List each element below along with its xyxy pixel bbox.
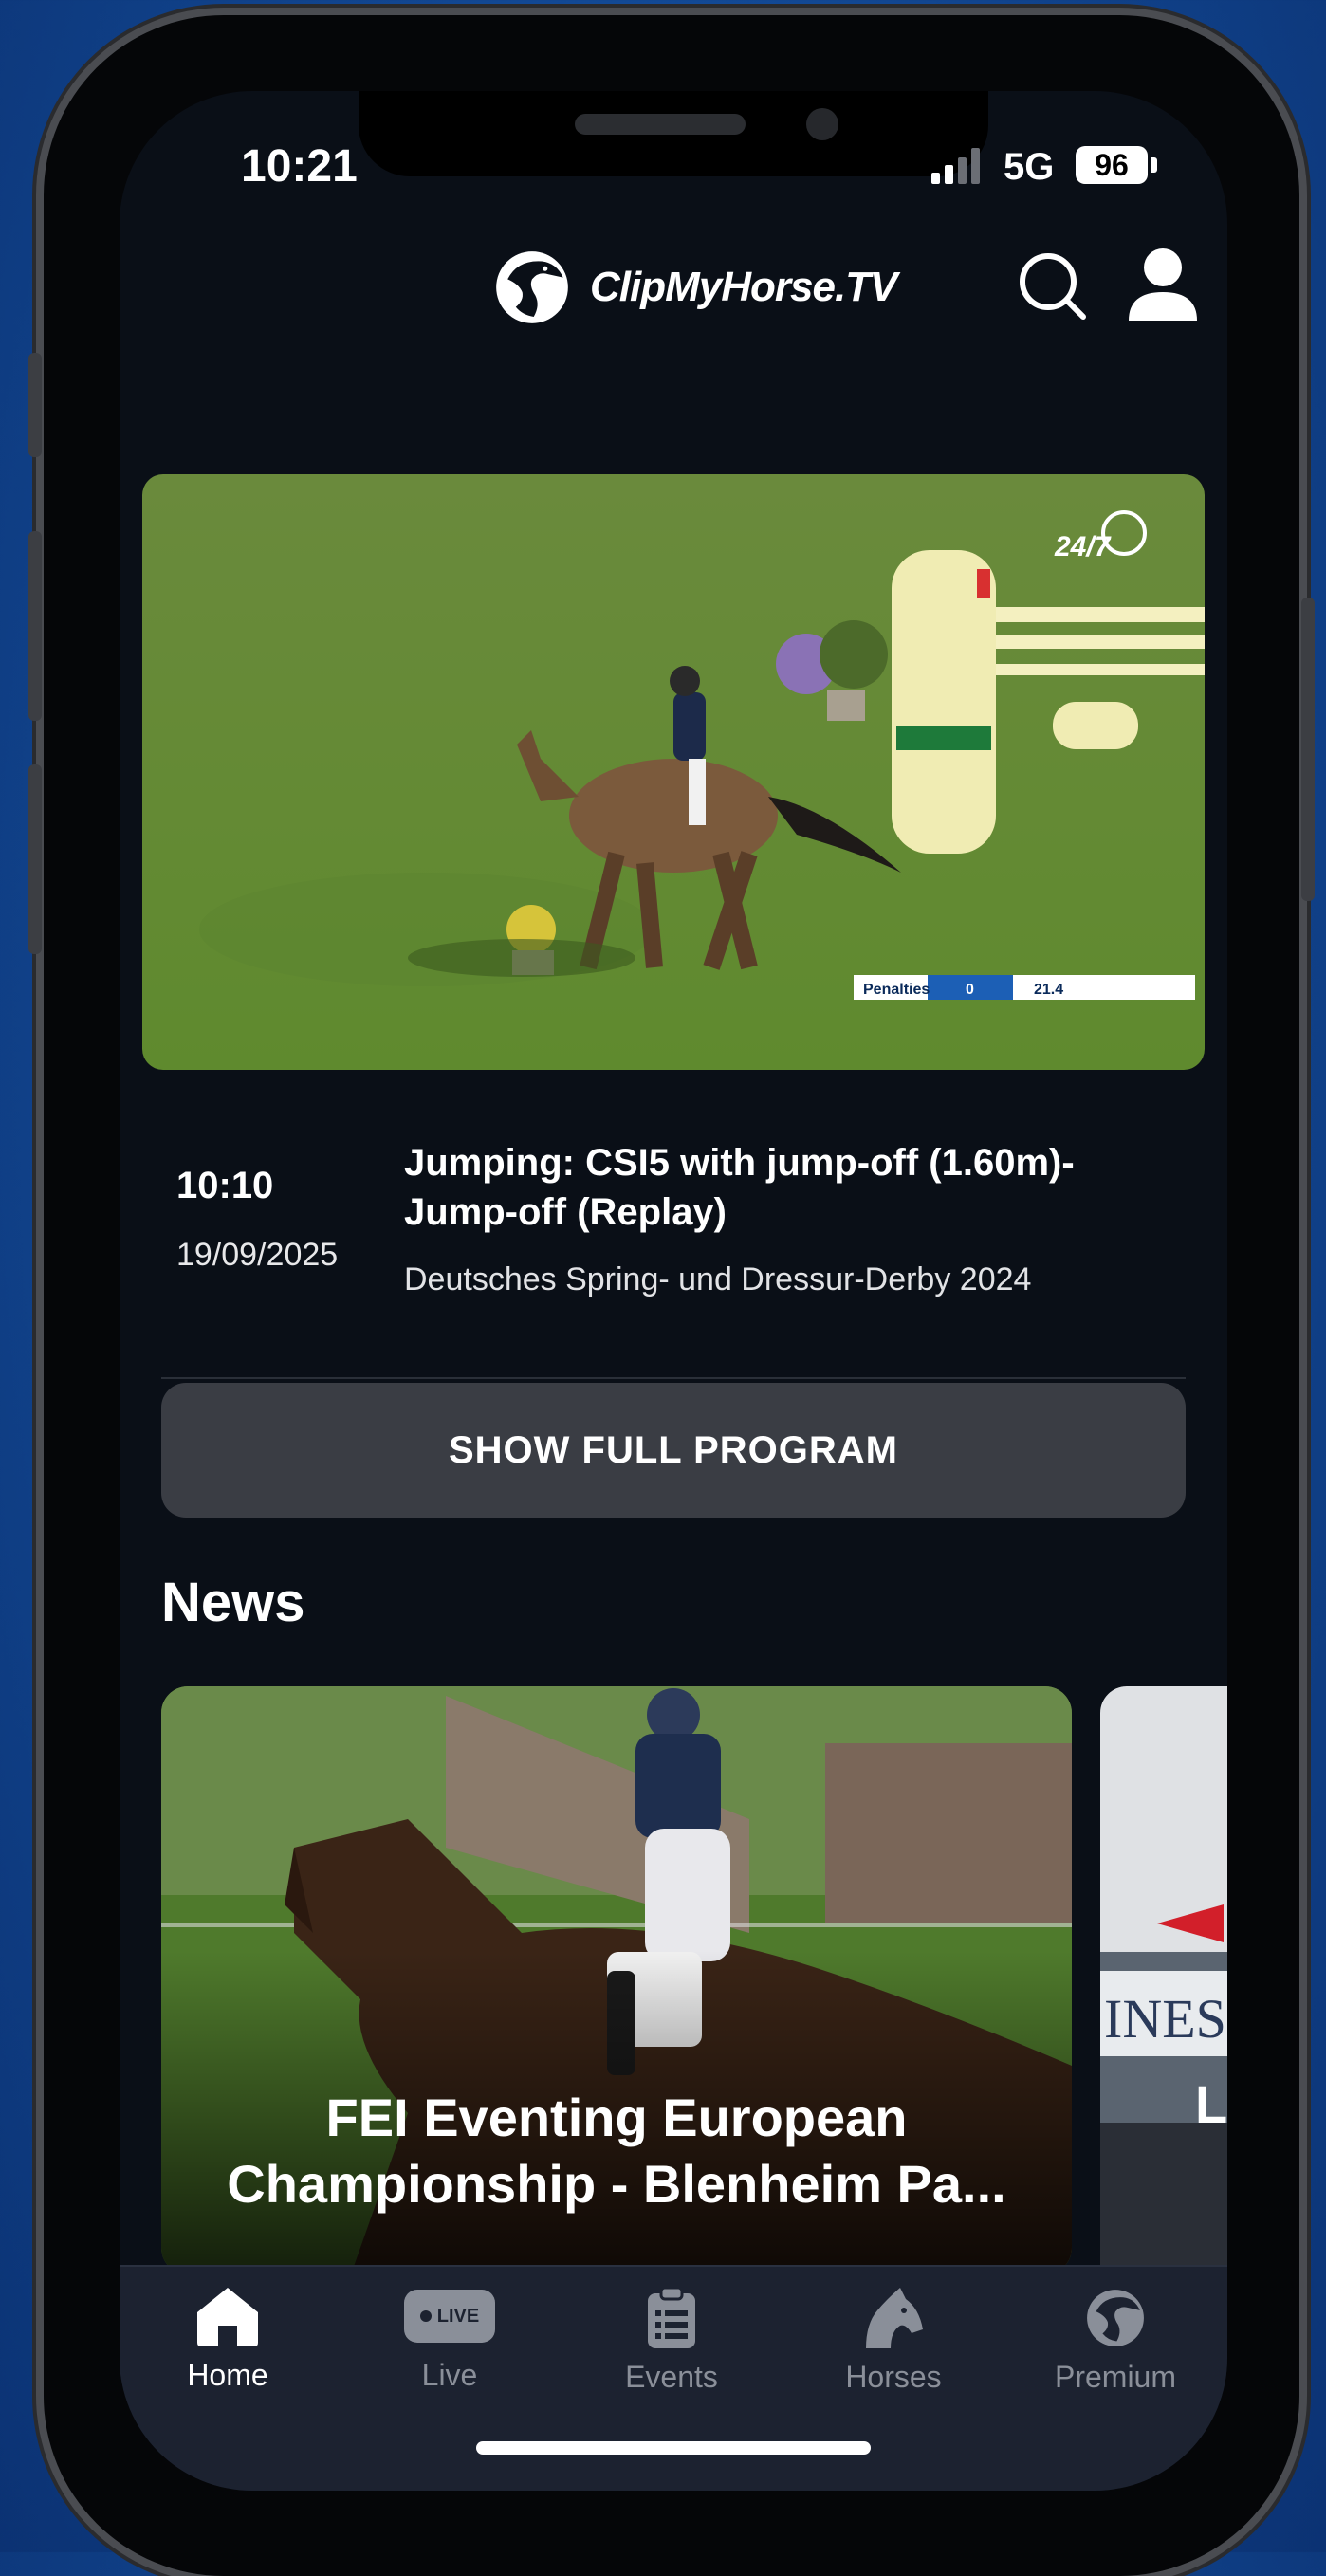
horse-logo-icon bbox=[496, 251, 568, 323]
power-button bbox=[1301, 598, 1315, 901]
home-icon bbox=[197, 2288, 258, 2346]
volume-down-button bbox=[28, 764, 42, 954]
news-card-title: L bbox=[1195, 2074, 1227, 2134]
home-indicator[interactable] bbox=[476, 2441, 871, 2455]
jump-time-value: 21.4 bbox=[1034, 982, 1063, 998]
tab-label: Events bbox=[625, 2360, 718, 2394]
news-heading: News bbox=[161, 1572, 305, 1633]
live-video-player[interactable]: 24/7 Penalties 0 21.4 bbox=[142, 474, 1205, 1070]
signal-icon bbox=[931, 146, 988, 184]
tab-live[interactable]: LIVE Live bbox=[355, 2286, 544, 2409]
brand-logo[interactable]: ClipMyHorse.TV bbox=[491, 247, 897, 328]
volume-up-button bbox=[28, 531, 42, 721]
news-card[interactable]: INES L bbox=[1100, 1686, 1227, 2274]
show-full-program-button[interactable]: SHOW FULL PROGRAM bbox=[161, 1383, 1186, 1518]
battery-tip bbox=[1151, 157, 1157, 173]
front-camera bbox=[806, 108, 838, 140]
penalties-label: Penalties bbox=[863, 982, 930, 998]
live-badge-text: LIVE bbox=[436, 2305, 480, 2327]
program-time: 10:10 bbox=[176, 1165, 274, 1206]
program-event: Deutsches Spring- und Dressur-Derby 2024 bbox=[404, 1261, 1032, 1297]
status-time: 10:21 bbox=[241, 141, 358, 192]
app-screen: 10:21 5G 96 ClipMyHorse.TV 24/7 Penaltie… bbox=[120, 91, 1227, 2491]
tab-label: Horses bbox=[845, 2360, 942, 2394]
clipboard-icon bbox=[648, 2286, 695, 2348]
brand-name: ClipMyHorse.TV bbox=[590, 264, 897, 310]
program-title: Jumping: CSI5 with jump-off (1.60m)- Jum… bbox=[404, 1142, 1075, 1233]
tab-label: Home bbox=[187, 2358, 268, 2392]
video-frame: 24/7 Penalties 0 21.4 bbox=[142, 474, 1205, 1070]
network-type: 5G bbox=[1004, 146, 1055, 188]
tab-label: Premium bbox=[1054, 2360, 1176, 2394]
tab-premium[interactable]: Premium bbox=[1021, 2286, 1210, 2409]
program-entry[interactable]: 10:10 19/09/2025 Jumping: CSI5 with jump… bbox=[176, 1138, 1201, 1309]
svg-text:INES: INES bbox=[1104, 1988, 1226, 2050]
live-icon: LIVE bbox=[404, 2290, 495, 2343]
tab-home[interactable]: Home bbox=[133, 2286, 322, 2409]
program-date: 19/09/2025 bbox=[176, 1237, 339, 1273]
divider bbox=[161, 1377, 1186, 1379]
notch bbox=[359, 91, 988, 176]
tab-label: Live bbox=[421, 2358, 478, 2392]
user-account-icon[interactable] bbox=[1127, 247, 1199, 322]
news-card[interactable]: FEI Eventing European Championship - Ble… bbox=[161, 1686, 1072, 2274]
search-icon[interactable] bbox=[1017, 250, 1087, 321]
speaker bbox=[575, 114, 746, 135]
horse-head-icon bbox=[866, 2288, 923, 2348]
news-card-image: INES bbox=[1100, 1686, 1227, 2274]
news-card-title: FEI Eventing European Championship - Ble… bbox=[227, 2088, 1006, 2214]
tab-events[interactable]: Events bbox=[577, 2286, 766, 2409]
battery-icon: 96 bbox=[1076, 146, 1148, 184]
penalties-value: 0 bbox=[966, 982, 974, 998]
premium-logo-icon bbox=[1087, 2290, 1144, 2346]
bottom-tab-bar: Home LIVE Live Events Horses Premium bbox=[120, 2265, 1227, 2491]
tab-horses[interactable]: Horses bbox=[799, 2286, 988, 2409]
mute-switch bbox=[28, 353, 42, 457]
